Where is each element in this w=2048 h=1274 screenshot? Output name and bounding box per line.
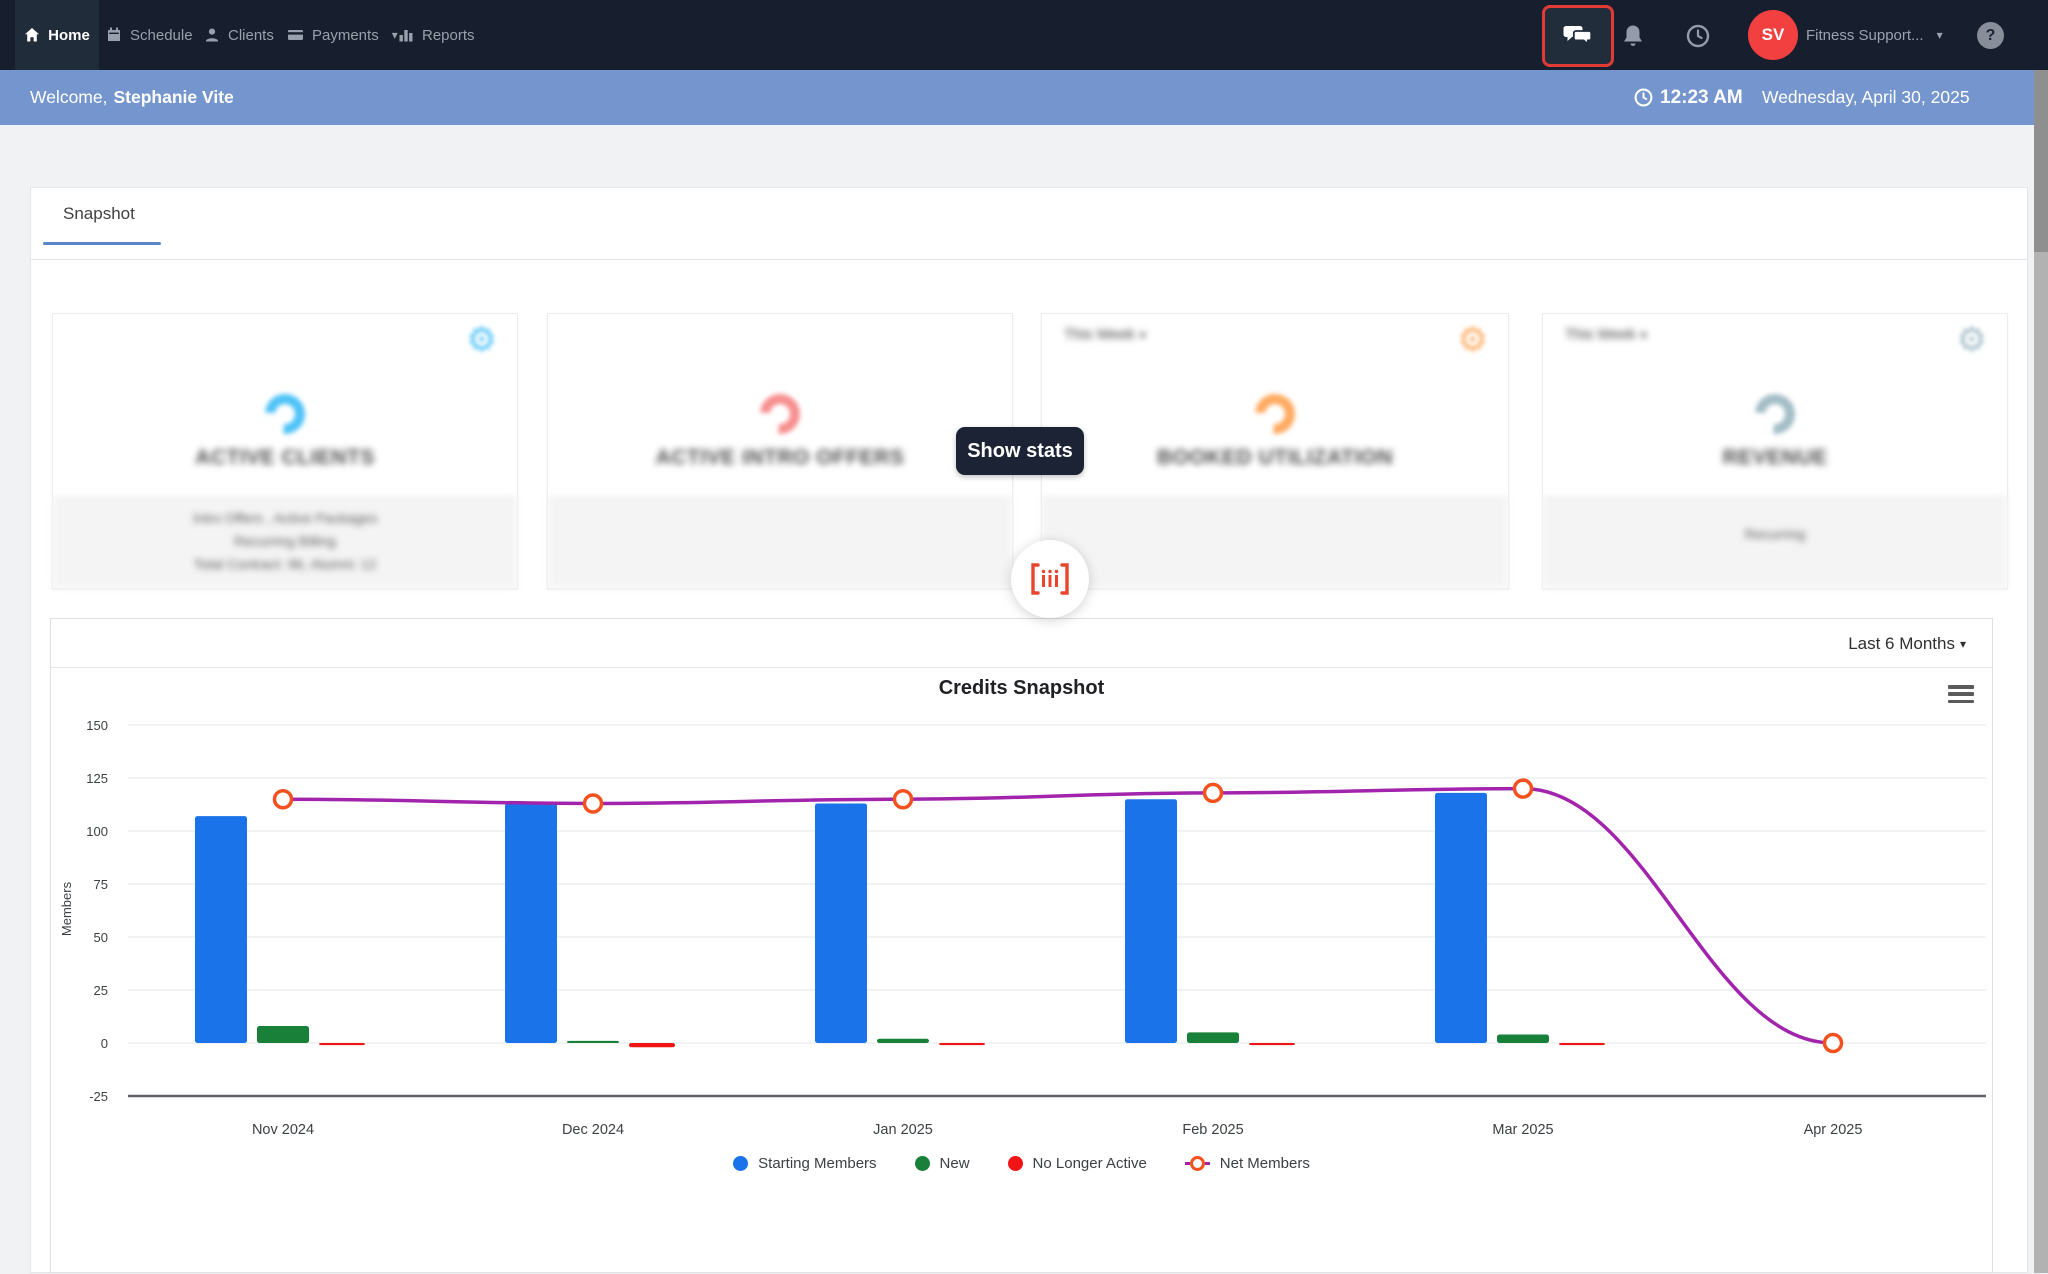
svg-text:-25: -25 [89, 1089, 108, 1104]
page-scrollbar [2034, 0, 2048, 1273]
user-name: Stephanie Vite [113, 87, 233, 108]
nav-item-home[interactable]: Home [15, 0, 99, 70]
svg-text:50: 50 [94, 930, 108, 945]
chat-icon [1563, 24, 1593, 48]
tab-snapshot[interactable]: Snapshot [63, 204, 135, 224]
footer-line: Total Contract: 96, Alumni: 12 [53, 553, 517, 576]
legend-item[interactable]: Net Members [1185, 1155, 1310, 1172]
donut-gauge [257, 386, 313, 442]
current-time: 12:23 AM [1634, 70, 1743, 125]
nav-item-label: Payments [312, 27, 379, 44]
svg-text:Nov 2024: Nov 2024 [252, 1122, 314, 1138]
home-icon [24, 27, 40, 43]
card-title: REVENUE [1543, 446, 2007, 470]
legend-label: New [940, 1155, 970, 1172]
nav-item-schedule[interactable]: Schedule [106, 0, 193, 70]
card-active-clients: ⚙ ACTIVE CLIENTS Intro Offers , Active P… [52, 313, 518, 589]
nav-item-label: Schedule [130, 27, 193, 44]
welcome-prefix: Welcome, [30, 87, 107, 108]
period-dropdown[interactable]: This Week [1565, 326, 1647, 343]
clock-icon [1686, 24, 1710, 48]
legend-dot [1008, 1156, 1023, 1171]
donut-gauge [752, 386, 808, 442]
card-revenue: This Week ⚙ REVENUE Recurring [1542, 313, 2008, 589]
account-menu[interactable]: Fitness Support... [1806, 0, 1943, 70]
legend-item[interactable]: New [915, 1155, 970, 1172]
card-footer [1042, 496, 1508, 588]
legend-line-marker [1185, 1156, 1210, 1171]
avatar-initials: SV [1762, 25, 1785, 45]
legend-label: Starting Members [758, 1155, 876, 1172]
svg-text:Apr 2025: Apr 2025 [1804, 1122, 1863, 1138]
card-footer: Intro Offers , Active Packages Recurring… [53, 496, 517, 588]
help-button[interactable]: ? [1977, 22, 2004, 49]
nav-item-payments[interactable]: Payments [287, 0, 398, 70]
card-title: ACTIVE CLIENTS [53, 446, 517, 470]
credits-snapshot-card: Last 6 Months Credits Snapshot 150125100… [50, 618, 1993, 1273]
svg-text:Feb 2025: Feb 2025 [1182, 1122, 1243, 1138]
nav-item-reports[interactable]: Reports [398, 0, 475, 70]
svg-text:100: 100 [86, 824, 108, 839]
gear-icon[interactable]: ⚙ [467, 320, 497, 360]
svg-text:25: 25 [94, 983, 108, 998]
footer-line: Recurring [1543, 523, 2007, 546]
legend-item[interactable]: Starting Members [733, 1155, 876, 1172]
gear-icon[interactable]: ⚙ [1957, 320, 1987, 360]
tab-active-underline [43, 242, 161, 245]
svg-text:0: 0 [101, 1036, 108, 1051]
legend-dot [915, 1156, 930, 1171]
card-booked-utilization: This Week ⚙ BOOKED UTILIZATION [1041, 313, 1509, 589]
account-name: Fitness Support... [1806, 27, 1924, 44]
calendar-icon [106, 27, 122, 43]
legend-label: Net Members [1220, 1155, 1310, 1172]
nav-item-clients[interactable]: Clients [204, 0, 274, 70]
barcode-icon [1029, 562, 1071, 596]
welcome-banner: Welcome, Stephanie Vite 12:23 AM Wednesd… [0, 70, 2048, 125]
current-date: Wednesday, April 30, 2025 [1762, 70, 1970, 125]
time-text: 12:23 AM [1660, 87, 1743, 109]
history-button[interactable] [1685, 23, 1711, 49]
welcome-message: Welcome, Stephanie Vite [30, 70, 234, 125]
svg-text:Dec 2024: Dec 2024 [562, 1122, 624, 1138]
notifications-button[interactable] [1620, 23, 1646, 49]
card-footer [548, 496, 1012, 588]
svg-text:150: 150 [86, 718, 108, 733]
period-dropdown[interactable]: This Week [1064, 326, 1146, 343]
donut-gauge [1247, 386, 1303, 442]
bar-chart-icon [398, 27, 414, 43]
barcode-scan-button[interactable] [1011, 540, 1089, 618]
bell-icon [1622, 24, 1644, 48]
clock-icon [1634, 88, 1653, 107]
footer-line: Recurring Billing [53, 530, 517, 553]
nav-item-label: Reports [422, 27, 475, 44]
svg-text:Mar 2025: Mar 2025 [1492, 1122, 1553, 1138]
person-icon [204, 27, 220, 43]
show-stats-button[interactable]: Show stats [956, 427, 1084, 475]
svg-text:Members: Members [59, 881, 74, 936]
tab-divider [31, 259, 2027, 260]
date-text: Wednesday, April 30, 2025 [1762, 87, 1970, 108]
credits-snapshot-chart: 150 125 100 75 50 25 0 -25 Members Nov 2024 Dec 20… [51, 619, 1994, 1274]
svg-text:125: 125 [86, 771, 108, 786]
card-title: BOOKED UTILIZATION [1042, 446, 1508, 470]
nav-item-label: Clients [228, 27, 274, 44]
legend-dot [733, 1156, 748, 1171]
legend-label: No Longer Active [1033, 1155, 1147, 1172]
card-active-intro-offers: ACTIVE INTRO OFFERS [547, 313, 1013, 589]
chat-button-highlighted[interactable] [1542, 5, 1614, 67]
donut-gauge [1747, 386, 1803, 442]
card-footer: Recurring [1543, 496, 2007, 588]
gear-icon[interactable]: ⚙ [1458, 320, 1488, 360]
svg-text:75: 75 [94, 877, 108, 892]
chart-legend: Starting Members New No Longer Active Net M… [51, 1155, 1992, 1172]
card-title: ACTIVE INTRO OFFERS [548, 446, 1012, 470]
footer-line: Intro Offers , Active Packages [53, 507, 517, 530]
avatar[interactable]: SV [1748, 10, 1798, 60]
top-navigation: Home Schedule Clients Payments Reports S… [0, 0, 2048, 70]
question-icon: ? [1986, 27, 1996, 45]
credit-card-icon [287, 27, 304, 43]
svg-text:Jan 2025: Jan 2025 [873, 1122, 933, 1138]
legend-item[interactable]: No Longer Active [1008, 1155, 1147, 1172]
nav-item-label: Home [48, 27, 90, 44]
